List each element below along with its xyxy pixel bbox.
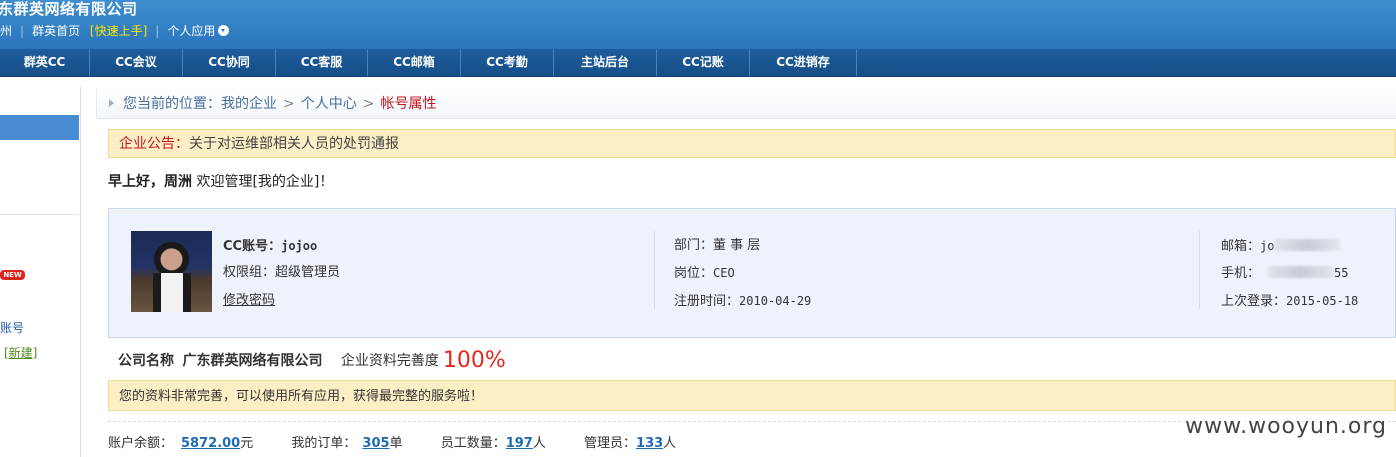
cc-account: CC账号：jojoo <box>223 239 318 254</box>
greeting-welcome: 欢迎管理[我的企业]！ <box>196 174 334 190</box>
nav-item-qunying-cc[interactable]: 群英CC <box>0 49 90 76</box>
stat-balance: 账户余额： 5872.00元 <box>108 436 254 451</box>
profile-card: CC账号：jojoo 权限组：超级管理员 修改密码 部门：董 事 层 岗位：CE… <box>108 208 1396 338</box>
avatar <box>131 231 212 312</box>
home-link[interactable]: 群英首页 <box>32 23 80 40</box>
personal-apps-menu[interactable]: 个人应用 <box>167 23 215 40</box>
quickstart-link[interactable]: [快速上手] <box>90 23 147 40</box>
enterprise-notice: 企业公告：关于对运维部相关人员的处罚通报 <box>108 129 1396 158</box>
employees-link[interactable]: 197 <box>506 436 533 451</box>
top-link-user[interactable]: 州 <box>0 23 12 40</box>
position: 岗位：CEO <box>674 266 735 281</box>
last-login: 上次登录：2015-05-18 <box>1221 294 1359 309</box>
notice-label: 企业公告： <box>119 136 189 152</box>
nav-item-cc-inventory[interactable]: CC进销存 <box>750 49 857 76</box>
sidebar-item-active[interactable] <box>0 115 79 140</box>
balance-link[interactable]: 5872.00 <box>181 436 240 451</box>
sidebar-new-link[interactable]: [新建] <box>4 344 37 361</box>
nav-item-cc-service[interactable]: CC客服 <box>276 49 368 76</box>
sidebar-divider <box>0 214 79 215</box>
admins-link[interactable]: 133 <box>636 436 663 451</box>
change-password-link[interactable]: 修改密码 <box>223 292 275 310</box>
watermark: www.wooyun.org <box>1185 414 1387 439</box>
nav-item-cc-mail[interactable]: CC邮箱 <box>368 49 461 76</box>
completeness-value: 100% <box>442 348 506 373</box>
arrow-right-icon <box>109 99 114 107</box>
department: 部门：董 事 层 <box>674 238 761 253</box>
nav-item-admin[interactable]: 主站后台 <box>554 49 657 76</box>
stat-admins: 管理员：133人 <box>584 436 677 451</box>
permission-group: 权限组：超级管理员 <box>223 265 341 280</box>
breadcrumb-current: 帐号属性 <box>380 96 437 112</box>
mobile: 手机： 55 <box>1221 266 1349 281</box>
sidebar-item-account[interactable]: 账号 <box>0 319 24 336</box>
company-name: 广东群英网络有限公司 <box>182 353 323 369</box>
greeting-hello: 早上好，周洲 <box>108 174 192 190</box>
chevron-down-icon[interactable] <box>218 25 230 36</box>
stats-bar: 账户余额： 5872.00元 我的订单： 305单 员工数量：197人 管理员：13… <box>108 433 676 455</box>
new-badge: NEW <box>0 270 25 280</box>
register-time: 注册时间：2010-04-29 <box>674 294 812 309</box>
breadcrumb-prefix: 您当前的位置： <box>123 96 221 112</box>
sidebar: NEW 账号 [新建] <box>0 87 81 457</box>
nav-item-cc-meeting[interactable]: CC会议 <box>90 49 183 76</box>
main-nav: 群英CC CC会议 CC协同 CC客服 CC邮箱 CC考勤 主站后台 CC记账 … <box>0 49 1396 77</box>
nav-item-cc-accounting[interactable]: CC记账 <box>657 49 750 76</box>
app-header: 东群英网络有限公司 州 | 群英首页 [快速上手] | 个人应用 <box>0 0 1396 49</box>
company-title: 东群英网络有限公司 <box>0 0 138 18</box>
chevron-right-icon: > <box>283 96 295 112</box>
orders-link[interactable]: 305 <box>362 436 389 451</box>
completeness-tip: 您的资料非常完善，可以使用所有应用，获得最完整的服务啦！ <box>108 380 1396 411</box>
company-info: 公司名称 广东群英网络有限公司 企业资料完善度 100% <box>118 347 506 375</box>
breadcrumb: 您当前的位置：我的企业 > 个人中心 > 帐号属性 <box>96 89 1396 119</box>
stat-orders: 我的订单： 305单 <box>291 436 403 451</box>
stat-employees: 员工数量：197人 <box>440 436 546 451</box>
divider <box>654 231 655 309</box>
nav-item-cc-collab[interactable]: CC协同 <box>183 49 276 76</box>
completeness-label: 企业资料完善度 <box>340 353 439 369</box>
breadcrumb-link-personal[interactable]: 个人中心 <box>301 96 357 112</box>
divider <box>1199 231 1200 309</box>
email: 邮箱：jo <box>1221 237 1341 256</box>
chevron-right-icon: > <box>362 96 375 112</box>
top-links: 州 | 群英首页 [快速上手] | 个人应用 <box>0 23 230 40</box>
nav-item-cc-attendance[interactable]: CC考勤 <box>461 49 554 76</box>
divider: | <box>20 24 25 38</box>
greeting: 早上好，周洲 欢迎管理[我的企业]！ <box>108 172 333 192</box>
notice-link[interactable]: 关于对运维部相关人员的处罚通报 <box>189 136 399 152</box>
divider: | <box>155 24 160 38</box>
breadcrumb-link-enterprise[interactable]: 我的企业 <box>221 96 277 112</box>
company-name-label: 公司名称 <box>118 353 174 369</box>
